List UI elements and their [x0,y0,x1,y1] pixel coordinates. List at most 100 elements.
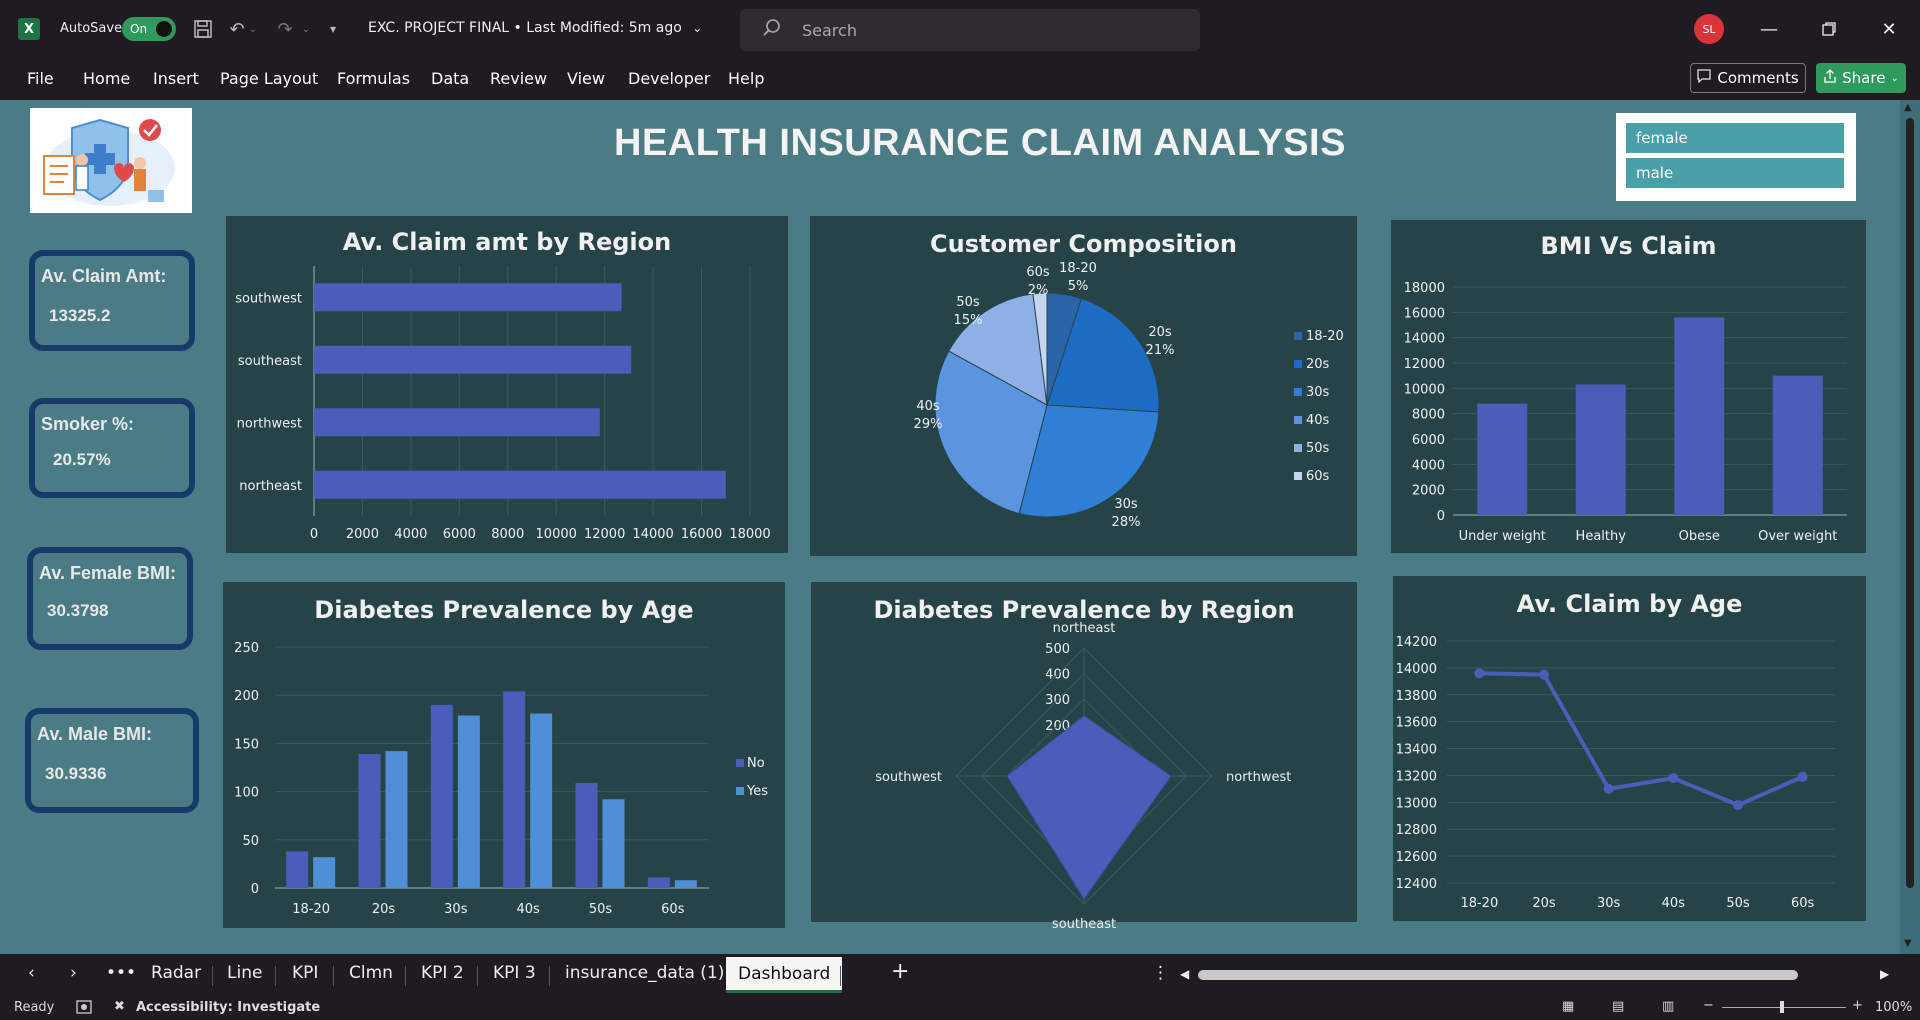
y-tick-label: 13800 [1396,689,1437,704]
share-icon [1823,69,1837,87]
kpi-label: Av. Female BMI: [39,563,177,583]
zoom-level[interactable]: 100% [1875,1000,1912,1015]
tab-kpi[interactable]: KPI [292,963,318,983]
axis-label: northwest [1226,770,1291,785]
legend-label: No [747,756,765,771]
bar [1575,384,1626,515]
y-tick-label: 16000 [1404,306,1445,321]
comments-button[interactable]: Comments [1690,63,1806,93]
next-sheet-icon[interactable]: › [70,963,77,983]
minimize-icon[interactable]: — [1749,14,1789,44]
chart-claim-by-region[interactable]: Av. Claim amt by Region 0 2000 4000 6000 800… [226,216,788,553]
user-avatar[interactable]: SL [1694,14,1724,44]
redo-dropdown-icon[interactable]: ⌄ [293,16,319,42]
y-tick-label: northwest [237,416,302,431]
menu-review[interactable]: Review [490,69,547,88]
slicer-item-female[interactable]: female [1626,123,1844,153]
slicer-item-male[interactable]: male [1626,158,1844,188]
tab-kpi-2[interactable]: KPI 2 [421,963,464,983]
menu-file[interactable]: File [27,69,54,88]
prev-sheet-icon[interactable]: ‹ [28,963,35,983]
share-button[interactable]: Share ⌄ [1816,63,1906,93]
x-tick-label: 50s [589,902,613,917]
tab-radar[interactable]: Radar [151,963,201,983]
slice-label: 18-20 [1059,261,1097,276]
close-icon[interactable]: ✕ [1869,14,1909,44]
data-point [1733,800,1743,811]
tab-clmn[interactable]: Clmn [349,963,393,983]
chart-customer-composition[interactable]: Customer Composition 18-20 5% 20s 21% 30s 28%… [810,216,1357,556]
customize-toolbar-icon[interactable]: ▾ [320,16,346,42]
menu-view[interactable]: View [567,69,605,88]
save-icon[interactable] [190,16,216,42]
bar [430,704,453,888]
macro-record-icon[interactable] [76,999,94,1019]
menu-home[interactable]: Home [83,69,130,88]
axis-label: northeast [1053,621,1116,636]
slice-label: 40s [916,399,940,414]
undo-dropdown-icon[interactable]: ⌄ [240,16,266,42]
tab-insurance-data[interactable]: insurance_data (1) [565,963,724,983]
document-title[interactable]: EXC. PROJECT FINAL • Last Modified: 5m a… [368,20,702,36]
chart-claim-by-age[interactable]: Av. Claim by Age 12400 12600 12800 13000 132… [1393,576,1866,921]
kpi-label: Smoker %: [41,414,135,434]
autosave-label: AutoSave [60,21,123,36]
accessibility-status[interactable]: Accessibility: Investigate [136,1000,320,1015]
zoom-in-icon[interactable]: + [1852,998,1863,1013]
x-tick-label: 10000 [536,527,577,542]
scroll-up-icon[interactable]: ▲ [1904,102,1912,113]
status-ready: Ready [14,1000,55,1015]
y-tick-label: 2000 [1412,484,1445,499]
y-tick-label: 250 [234,641,259,656]
x-tick-label: 18-20 [1460,896,1498,911]
r-tick-label: 500 [1045,642,1070,657]
scroll-left-icon[interactable]: ◀ [1180,967,1189,981]
x-tick-label: 6000 [443,527,476,542]
menu-insert[interactable]: Insert [153,69,199,88]
scroll-right-icon[interactable]: ▶ [1880,967,1889,981]
tab-line[interactable]: Line [227,963,262,983]
autosave-toggle[interactable]: On [122,17,176,41]
page-break-view-icon[interactable]: ▥ [1662,999,1674,1014]
kpi-value: 30.3798 [47,601,109,620]
zoom-slider-thumb[interactable] [1780,1001,1784,1013]
zoom-out-icon[interactable]: − [1703,998,1714,1013]
menu-page-layout[interactable]: Page Layout [220,69,318,88]
tab-dashboard[interactable]: Dashboard [726,957,843,993]
more-sheets-icon[interactable]: ••• [106,963,136,983]
chart-diabetes-by-region[interactable]: Diabetes Prevalence by Region 0100200300… [811,582,1357,932]
x-tick-label: 60s [661,902,685,917]
horizontal-scrollbar[interactable] [1198,970,1798,980]
bar [286,851,309,888]
ribbon-menu: File Home Insert Page Layout Formulas Da… [0,60,1920,100]
scroll-down-icon[interactable]: ▼ [1904,938,1912,949]
accessibility-icon[interactable]: ✖ [114,999,125,1014]
restore-icon[interactable] [1809,14,1849,44]
legend-swatch [1294,360,1302,368]
add-sheet-icon[interactable]: + [891,959,909,984]
menu-developer[interactable]: Developer [628,69,710,88]
scrollbar-thumb[interactable] [1906,118,1914,888]
legend-swatch [736,759,744,767]
normal-view-icon[interactable]: ▦ [1562,999,1574,1014]
legend-label: 50s [1306,441,1330,456]
vertical-scrollbar[interactable]: ▲ ▼ [1900,100,1920,954]
menu-formulas[interactable]: Formulas [337,69,410,88]
search-box[interactable]: Search [740,9,1200,51]
tab-kpi-3[interactable]: KPI 3 [493,963,536,983]
chart-diabetes-by-age[interactable]: Diabetes Prevalence by Age 0 50 100 150 200 2… [223,582,785,928]
page-layout-view-icon[interactable]: ▤ [1612,999,1624,1014]
comment-icon [1697,69,1711,87]
tab-options-icon[interactable]: ⋮ [1152,963,1169,983]
kpi-value: 30.9336 [45,764,107,783]
menu-data[interactable]: Data [431,69,469,88]
chevron-down-icon: ⌄ [1890,72,1899,84]
chart-plot: 0 2000 4000 6000 8000 10000 12000 14000 16000 180… [1404,281,1847,544]
health-insurance-illustration [30,108,192,213]
x-tick-label: 14000 [632,527,673,542]
menu-help[interactable]: Help [728,69,764,88]
chart-bmi-vs-claim[interactable]: BMI Vs Claim 0 2000 4000 6000 8000 10000 12000… [1391,220,1866,553]
x-tick-label: 40s [517,902,541,917]
axis-label: southwest [875,770,942,785]
zoom-slider[interactable] [1722,1007,1846,1008]
